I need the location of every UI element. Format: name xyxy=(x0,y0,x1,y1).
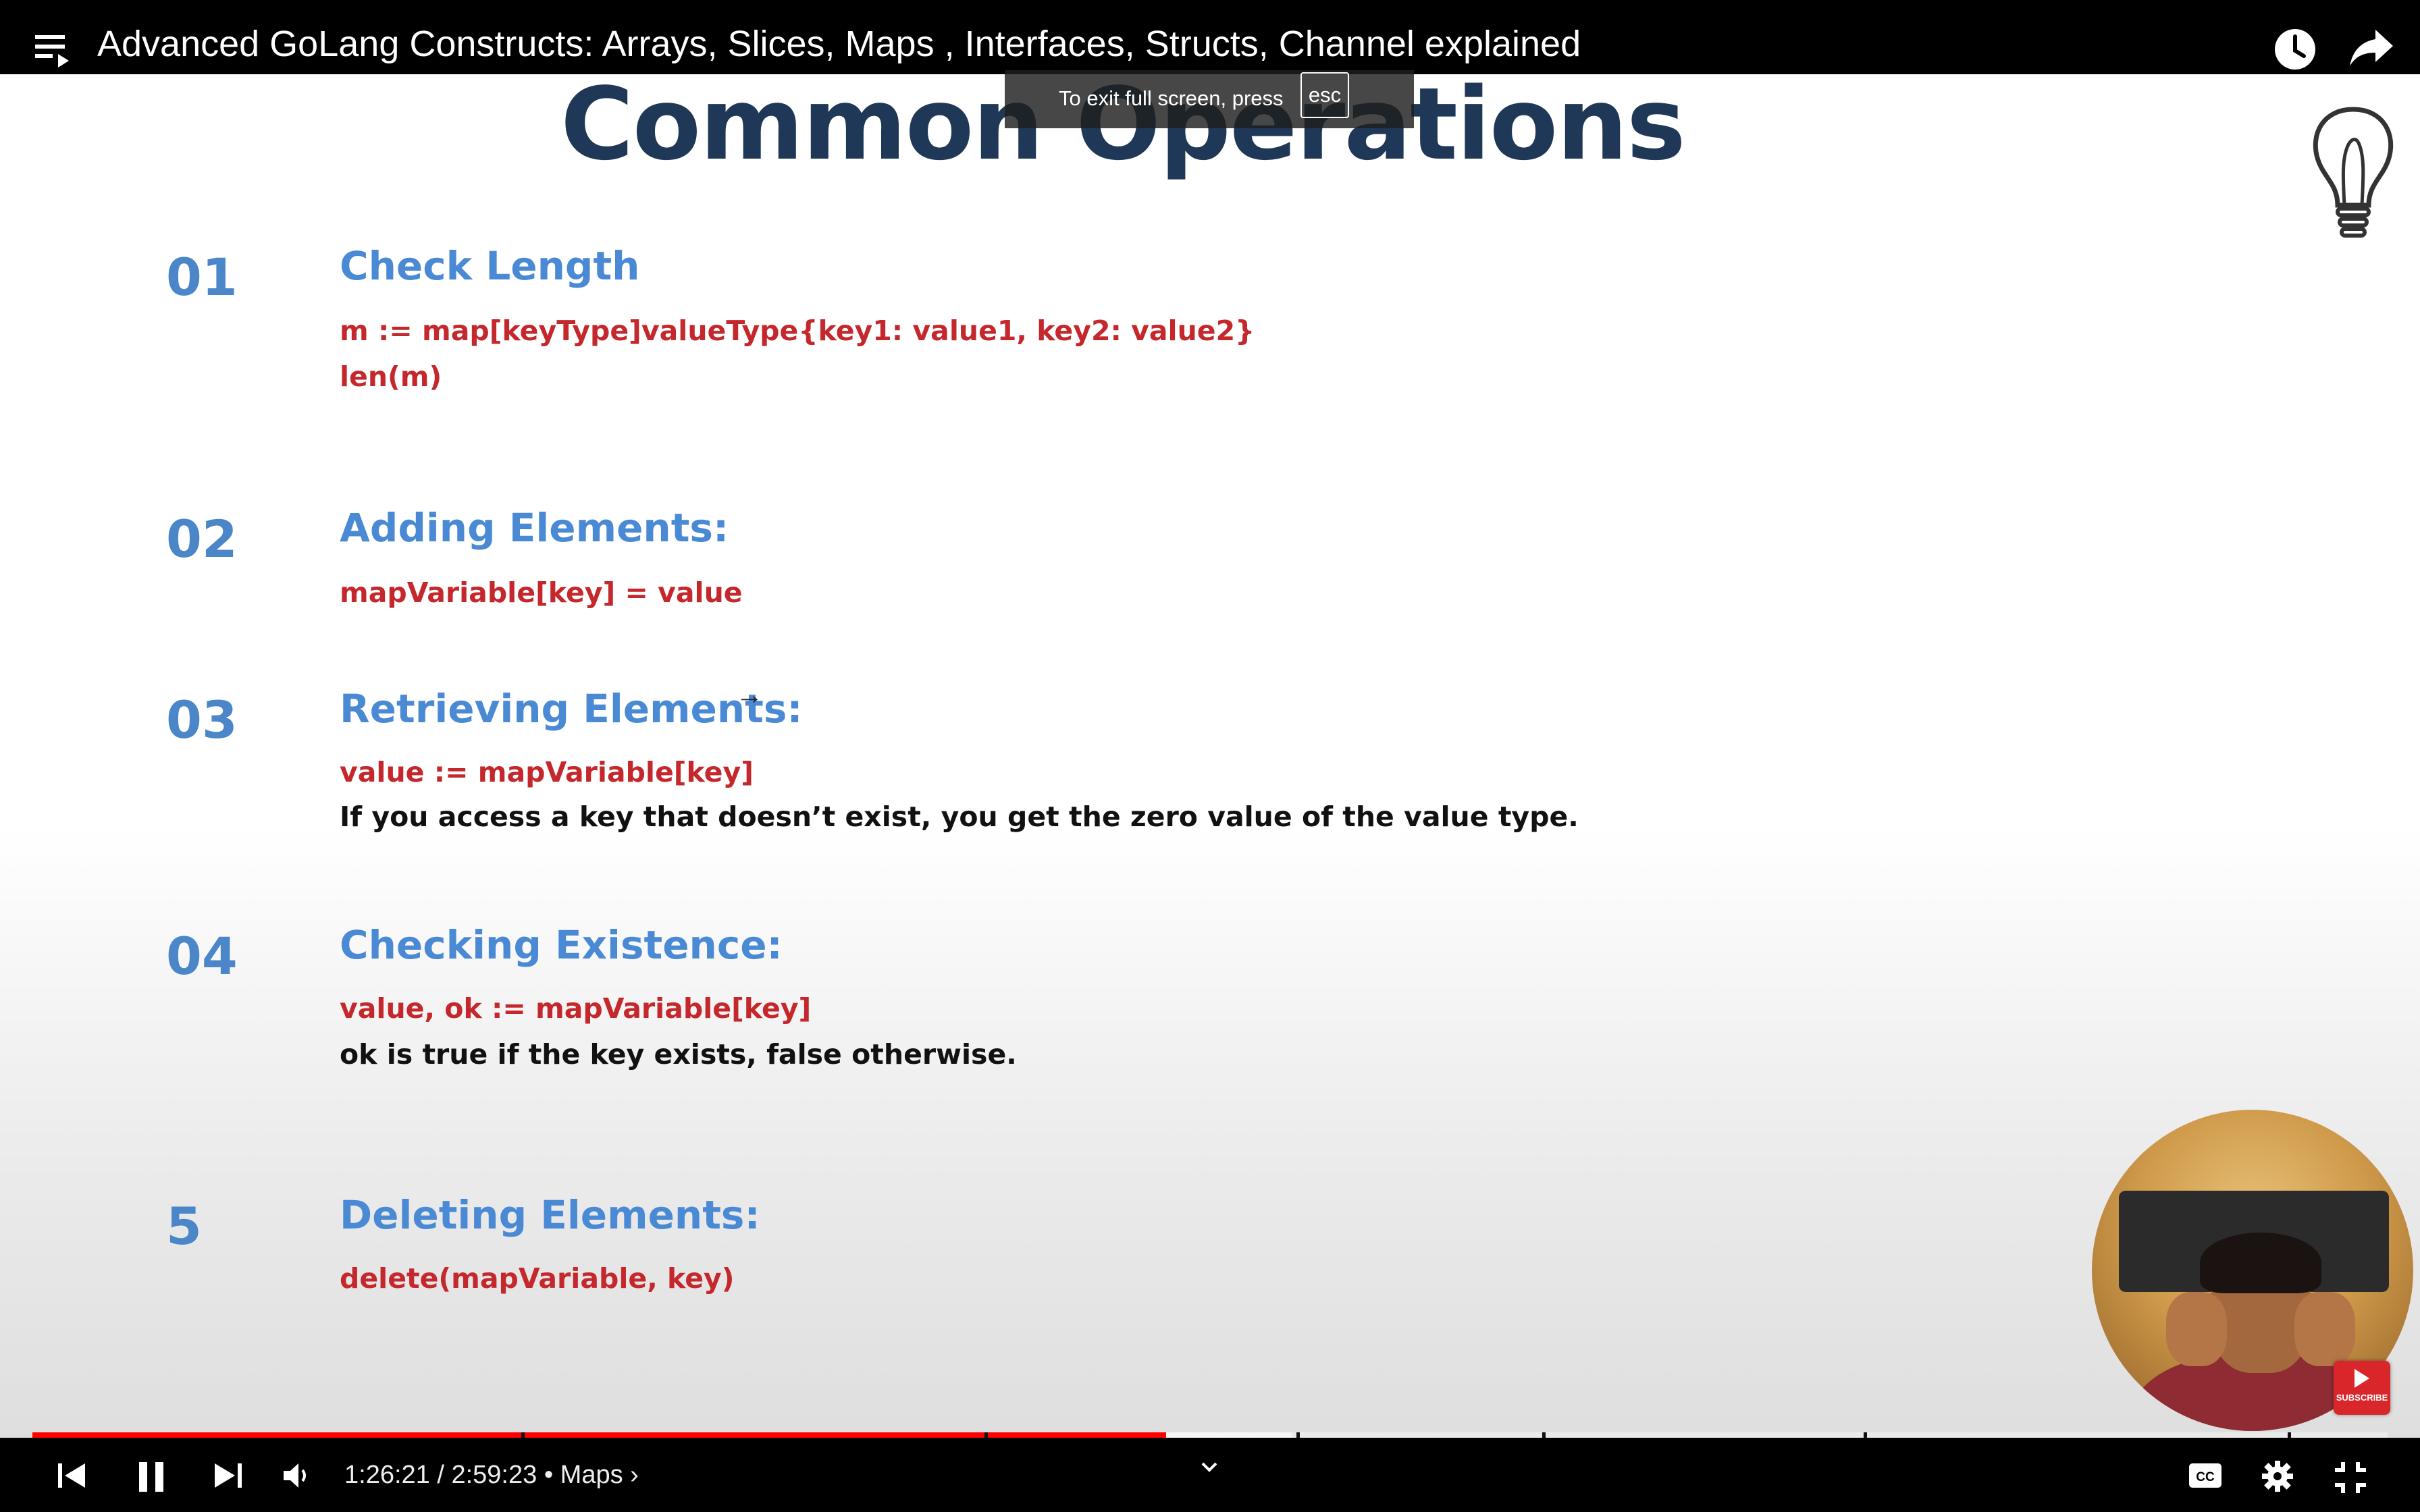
operation-heading: Adding Elements: xyxy=(340,505,729,551)
operation-heading: Retrieving Elements: xyxy=(340,686,803,732)
chapter-marker xyxy=(2288,1432,2291,1438)
youtube-play-icon xyxy=(2355,1369,2369,1388)
chevron-right-icon[interactable]: › xyxy=(630,1461,639,1489)
operation-number: 03 xyxy=(166,690,238,750)
note-line: ok is true if the key exists, false othe… xyxy=(340,1038,1017,1071)
code-line: value := mapVariable[key] xyxy=(340,756,754,788)
code-line: mapVariable[key] = value xyxy=(340,576,743,609)
volume-icon[interactable] xyxy=(282,1461,312,1490)
next-icon[interactable] xyxy=(213,1461,243,1490)
operation-heading: Deleting Elements: xyxy=(340,1192,760,1238)
captions-icon[interactable]: CC xyxy=(2188,1461,2223,1490)
operation-heading: Check Length xyxy=(340,243,640,289)
lightbulb-icon xyxy=(2313,107,2394,238)
operation-number: 04 xyxy=(166,926,238,986)
settings-gear-icon[interactable] xyxy=(2262,1461,2293,1492)
video-frame[interactable]: Common Operations 01 Check Length m := m… xyxy=(0,74,2420,1444)
note-line: If you access a key that doesn’t exist, … xyxy=(340,801,1579,833)
svg-text:CC: CC xyxy=(2196,1470,2215,1484)
operation-number: 01 xyxy=(166,247,238,307)
chapter-title[interactable]: • Maps xyxy=(544,1461,623,1489)
time-display: 1:26:21 / 2:59:23 • Maps › xyxy=(344,1461,639,1489)
video-title[interactable]: Advanced GoLang Constructs: Arrays, Slic… xyxy=(97,23,1581,65)
operation-number: 02 xyxy=(166,509,238,569)
code-line: value, ok := mapVariable[key] xyxy=(340,992,812,1025)
fullscreen-exit-toast: To exit full screen, press esc xyxy=(1005,70,1414,128)
code-line: delete(mapVariable, key) xyxy=(340,1262,735,1295)
chapter-marker xyxy=(1864,1432,1867,1438)
chapter-marker xyxy=(984,1432,988,1438)
operation-number: 5 xyxy=(166,1196,202,1256)
chapter-marker xyxy=(1542,1432,1546,1438)
operation-heading: Checking Existence: xyxy=(340,922,783,968)
chapter-marker xyxy=(521,1432,525,1438)
toast-text: To exit full screen, press xyxy=(1059,86,1284,110)
clock-icon[interactable] xyxy=(2273,27,2317,72)
progress-bar[interactable] xyxy=(32,1432,2388,1438)
arrow-icon: → xyxy=(736,680,763,710)
player-top-bar: Advanced GoLang Constructs: Arrays, Slic… xyxy=(0,0,2420,74)
subscribe-badge[interactable]: SUBSCRIBE xyxy=(2334,1361,2390,1415)
player-controls: 1:26:21 / 2:59:23 • Maps › CC xyxy=(0,1438,2420,1512)
exit-fullscreen-icon[interactable] xyxy=(2334,1461,2367,1494)
code-line: m := map[keyType]valueType{key1: value1,… xyxy=(340,315,1255,347)
chevron-down-icon[interactable] xyxy=(1199,1457,1219,1477)
playlist-icon[interactable] xyxy=(35,34,73,68)
esc-key-badge: esc xyxy=(1300,72,1349,118)
code-line: len(m) xyxy=(340,360,442,393)
share-icon[interactable] xyxy=(2348,27,2396,68)
pause-icon[interactable] xyxy=(135,1461,167,1493)
progress-played xyxy=(32,1432,1167,1438)
chapter-marker xyxy=(1296,1432,1300,1438)
previous-icon[interactable] xyxy=(57,1461,86,1490)
